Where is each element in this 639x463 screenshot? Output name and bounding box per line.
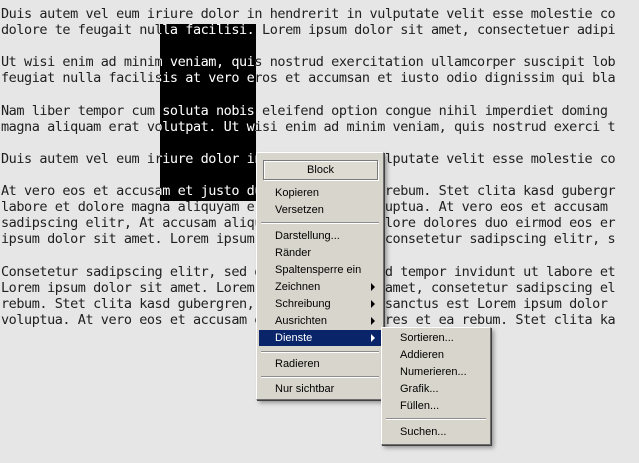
text-line: Nam liber tempor cum soluta nobis eleife… [1, 102, 608, 119]
menu-item-kopieren[interactable]: Kopieren [259, 185, 381, 201]
menu-separator [261, 222, 379, 224]
text-line: feugiat nulla facilisis at vero eros et … [1, 70, 616, 87]
menu-item-raender[interactable]: Ränder [259, 245, 381, 261]
menu-item-versetzen[interactable]: Versetzen [259, 202, 381, 218]
submenu-arrow-icon [371, 317, 375, 325]
menu-item-ausrichten[interactable]: Ausrichten [259, 313, 381, 329]
text-line: Duis autem vel eum iriure dolor in hendr… [1, 6, 616, 22]
menu-item-zeichnen[interactable]: Zeichnen [259, 279, 381, 295]
menu-separator [261, 376, 379, 378]
menu-separator [386, 418, 486, 420]
menu-item-nur-sichtbar[interactable]: Nur sichtbar [259, 381, 381, 397]
submenu-arrow-icon [371, 300, 375, 308]
text-line: magna aliquam erat volutpat. Ut wisi eni… [1, 118, 616, 135]
submenu-arrow-icon [371, 334, 375, 342]
menu-item-label: Schreibung [275, 298, 331, 310]
submenu-item-suchen[interactable]: Suchen... [384, 424, 488, 440]
menu-item-label: Zeichnen [275, 281, 321, 293]
block-context-menu: Block Kopieren Versetzen Darstellung... … [256, 152, 384, 400]
submenu-item-grafik[interactable]: Grafik... [384, 381, 488, 397]
menu-item-radieren[interactable]: Radieren [259, 356, 381, 372]
menu-item-schreibung[interactable]: Schreibung [259, 296, 381, 312]
submenu-item-numerieren[interactable]: Numerieren... [384, 364, 488, 380]
text-line: dolore te feugait nulla facilisi. Lorem … [1, 22, 616, 39]
menu-item-spaltensperre[interactable]: Spaltensperre ein [259, 262, 381, 278]
menu-item-label: Ausrichten [275, 315, 327, 327]
menu-item-dienste[interactable]: Dienste [259, 330, 381, 346]
menu-item-label: Dienste [275, 332, 313, 344]
menu-header-block[interactable]: Block [263, 160, 378, 180]
submenu-item-fuellen[interactable]: Füllen... [384, 398, 488, 414]
menu-item-darstellung[interactable]: Darstellung... [259, 228, 381, 244]
dienste-submenu: Sortieren... Addieren Numerieren... Graf… [381, 327, 491, 445]
text-line: Ut wisi enim ad minim veniam, quis nostr… [1, 54, 616, 71]
menu-separator [261, 351, 379, 353]
submenu-item-addieren[interactable]: Addieren [384, 347, 488, 363]
submenu-arrow-icon [371, 283, 375, 291]
submenu-item-sortieren[interactable]: Sortieren... [384, 330, 488, 346]
